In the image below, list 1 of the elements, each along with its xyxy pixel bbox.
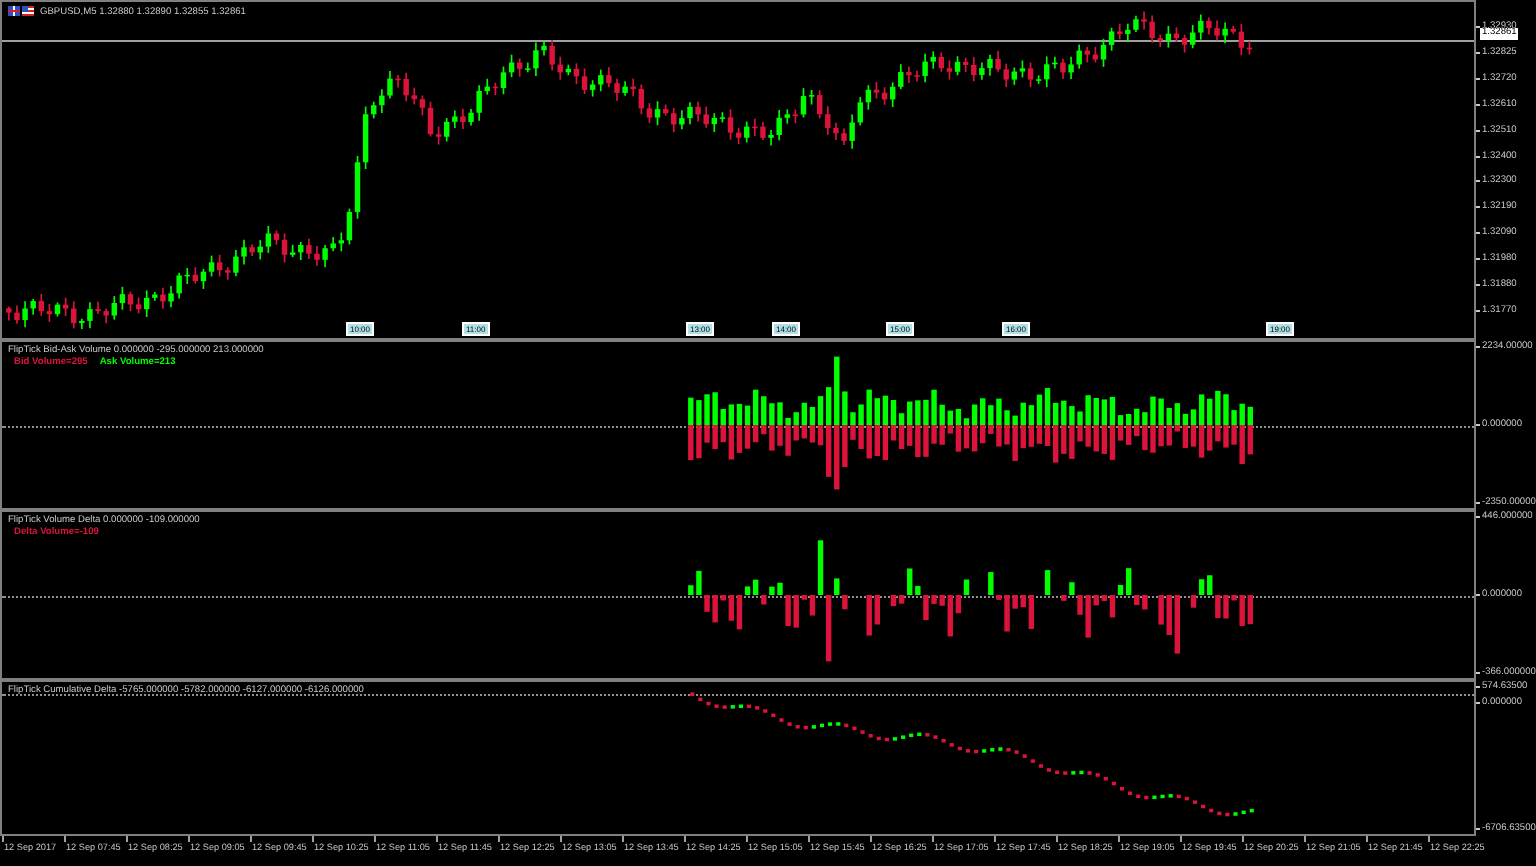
flags-icon [8,6,34,16]
